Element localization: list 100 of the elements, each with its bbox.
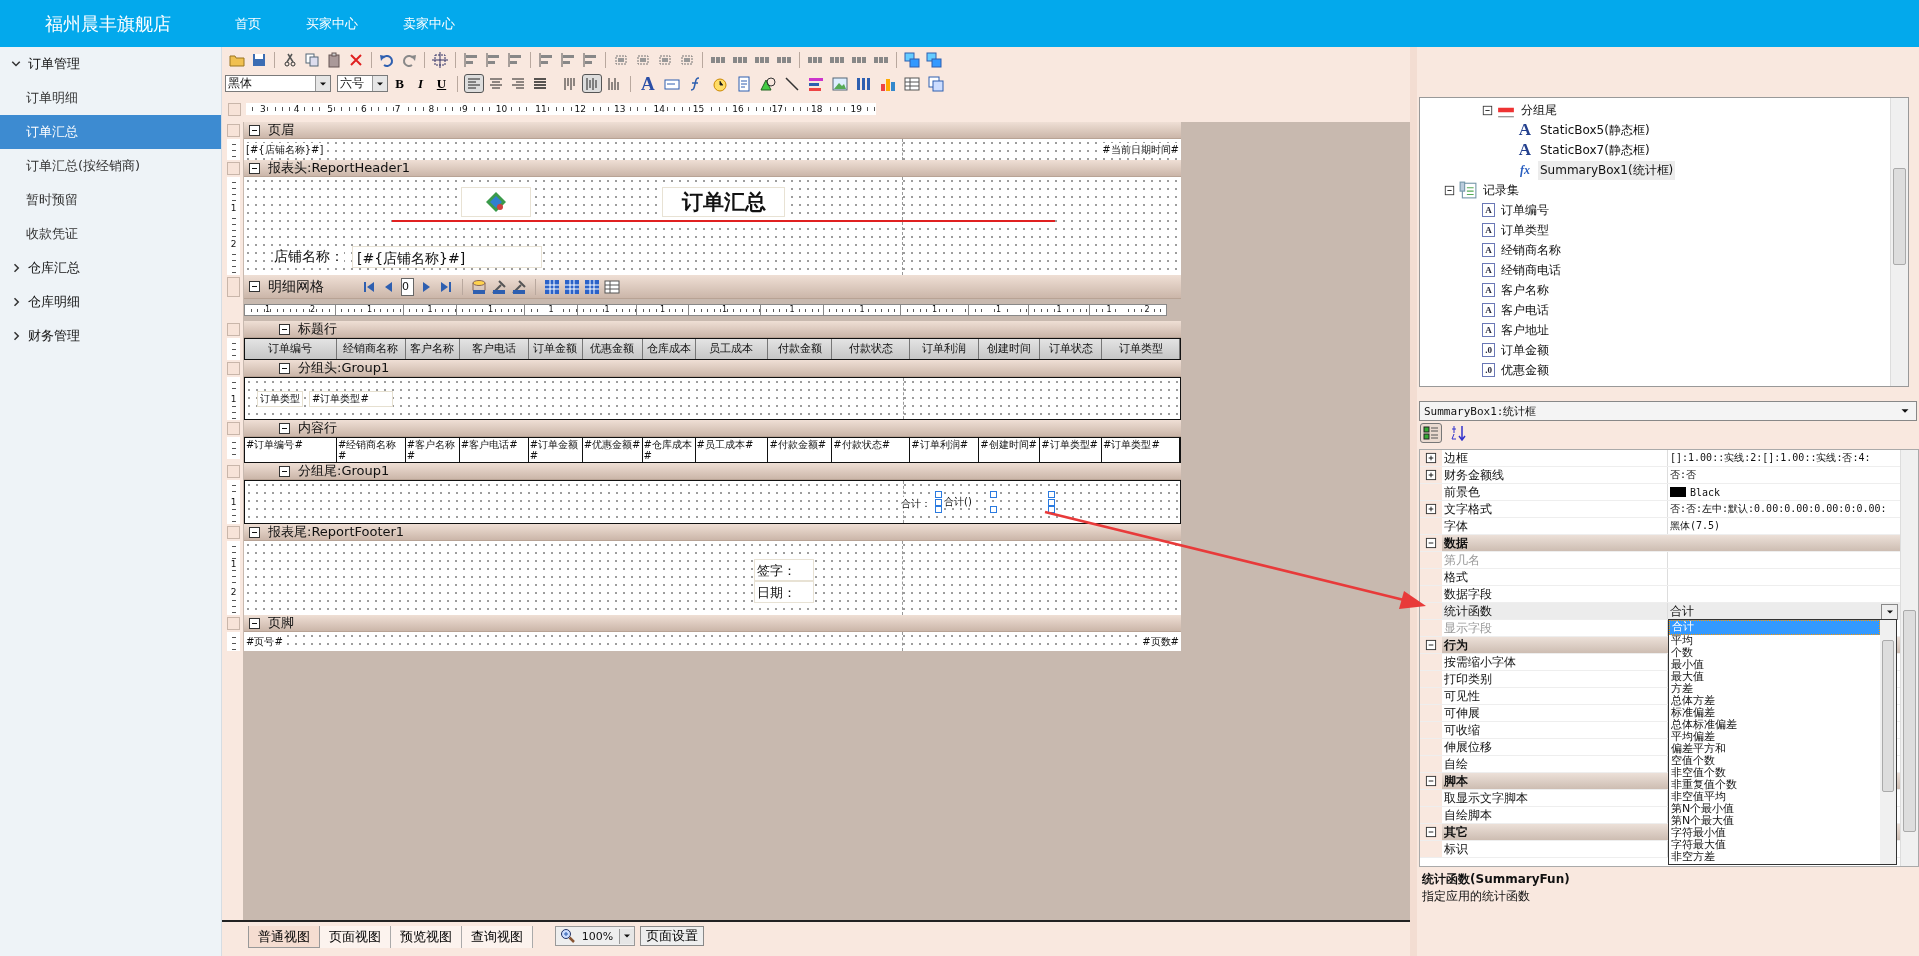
tree-item[interactable]: SummaryBox1(统计框) (1538, 160, 1676, 180)
tree-item[interactable]: StaticBox7(静态框) (1538, 140, 1652, 160)
frame-icon[interactable] (432, 52, 448, 68)
dropdown-option[interactable]: 第N个最小值 (1669, 803, 1880, 815)
tree-item[interactable]: 客户名称 (1499, 280, 1551, 300)
font-size-select[interactable]: 六号 (337, 75, 388, 92)
sidebar-item[interactable]: 暂时预留 (0, 183, 221, 217)
band-bar[interactable]: 内容行 (244, 420, 1181, 437)
property-name[interactable]: 自绘脚本 (1442, 807, 1668, 823)
placeholder-field[interactable]: #订单编号# (245, 438, 337, 462)
collapse-icon[interactable] (248, 616, 261, 630)
align-icon[interactable] (538, 52, 554, 68)
property-name[interactable]: 可伸展 (1442, 705, 1668, 721)
placeholder-field[interactable]: #页数# (1142, 635, 1179, 649)
dropdown-option[interactable]: 最大值 (1669, 671, 1880, 683)
grid-icon[interactable] (564, 278, 580, 295)
subreport-icon[interactable] (927, 75, 944, 92)
resize-icon[interactable] (613, 52, 629, 68)
band-bar[interactable]: 页眉 (244, 122, 1181, 139)
tree-item[interactable]: StaticBox5(静态框) (1538, 120, 1652, 140)
dropdown-option[interactable]: 非空值平均 (1669, 791, 1880, 803)
property-name[interactable]: 边框 (1442, 450, 1668, 466)
sidebar-group[interactable]: 订单管理 (0, 47, 221, 81)
scrollbar[interactable] (1900, 450, 1918, 866)
grid-icon[interactable] (544, 278, 560, 295)
page-setup-button[interactable]: 页面设置 (640, 926, 704, 946)
redo-icon[interactable] (401, 52, 417, 68)
page-field[interactable]: 0 (401, 277, 414, 296)
database-icon[interactable] (471, 278, 487, 295)
folder-icon[interactable] (229, 52, 245, 68)
categorized-icon[interactable] (1420, 423, 1442, 443)
bold-button[interactable]: B (390, 74, 409, 93)
tool-icon[interactable] (491, 278, 507, 295)
collapse-icon[interactable] (278, 322, 291, 336)
tree-item[interactable]: 客户地址 (1499, 320, 1551, 340)
placeholder-field[interactable]: #客户名称# (405, 438, 460, 462)
dropdown-option[interactable]: 平均 (1669, 635, 1880, 647)
collapse-icon[interactable] (278, 361, 291, 375)
band-bar[interactable]: 分组尾:Group1 (244, 463, 1181, 480)
line-icon[interactable] (783, 75, 800, 92)
collapse-icon[interactable] (248, 161, 261, 175)
scrollbar[interactable] (1890, 98, 1908, 386)
expand-icon[interactable] (1425, 503, 1437, 515)
align-icon[interactable] (507, 52, 523, 68)
band-bar[interactable]: 报表头:ReportHeader1 (244, 160, 1181, 177)
text-tool-icon[interactable]: A (641, 74, 655, 93)
tree-item[interactable]: 客户电话 (1499, 300, 1551, 320)
tree-item[interactable]: 订单类型 (1499, 220, 1551, 240)
property-name[interactable]: 标识 (1442, 841, 1668, 857)
collapse-icon[interactable] (248, 525, 261, 539)
view-tab[interactable]: 查询视图 (462, 926, 533, 948)
layers-icon[interactable] (904, 52, 920, 68)
dropdown-option[interactable]: 最小值 (1669, 659, 1880, 671)
property-name[interactable]: 可收缩 (1442, 722, 1668, 738)
scrollbar[interactable] (1880, 620, 1896, 864)
tree-item[interactable]: 经销商名称 (1499, 240, 1563, 260)
font-select[interactable]: 黑体 (225, 75, 331, 92)
placeholder-field[interactable]: #创建时间# (979, 438, 1041, 462)
image-icon[interactable] (831, 75, 848, 92)
tree-item[interactable]: 订单金额 (1499, 340, 1551, 360)
align-middle-icon[interactable] (582, 74, 602, 93)
scissors-icon[interactable] (282, 52, 298, 68)
expand-icon[interactable] (1425, 452, 1437, 464)
property-name[interactable]: 打印类别 (1442, 671, 1668, 687)
table-icon[interactable] (604, 278, 620, 295)
tree-item[interactable]: 订单编号 (1499, 200, 1551, 220)
collapse-icon[interactable] (278, 464, 291, 478)
clock-icon[interactable] (711, 75, 728, 92)
delete-icon[interactable] (348, 52, 364, 68)
object-select[interactable]: SummaryBox1:统计框 (1419, 401, 1917, 421)
expand-icon[interactable] (1425, 469, 1437, 481)
resize-icon[interactable] (679, 52, 695, 68)
dropdown-option[interactable]: 总体方差 (1669, 695, 1880, 707)
align-icon[interactable] (582, 52, 598, 68)
placeholder-field[interactable]: #当前日期时间# (1102, 143, 1179, 157)
collapse-icon[interactable] (248, 280, 261, 293)
sidebar-item[interactable]: 订单汇总(按经销商) (0, 149, 221, 183)
collapse-icon[interactable] (1425, 537, 1437, 549)
clipboard-icon[interactable] (326, 52, 342, 68)
resize-icon[interactable] (657, 52, 673, 68)
placeholder-field[interactable]: #订单类型# (1102, 438, 1180, 462)
sidebar-group[interactable]: 财务管理 (0, 319, 221, 353)
align-left-icon[interactable] (464, 74, 484, 93)
shapes-icon[interactable] (759, 75, 776, 92)
save-icon[interactable] (251, 52, 267, 68)
dropdown-option[interactable]: 偏差平方和 (1669, 743, 1880, 755)
placeholder-field[interactable]: #客户电话# (459, 438, 529, 462)
placeholder-field[interactable]: #付款金额# (768, 438, 833, 462)
sidebar-group[interactable]: 仓库汇总 (0, 251, 221, 285)
band-bar[interactable]: 报表尾:ReportFooter1 (244, 524, 1181, 541)
property-name[interactable]: 可见性 (1442, 688, 1668, 704)
placeholder-field[interactable]: #订单类型# (1040, 438, 1103, 462)
italic-button[interactable]: I (411, 74, 430, 93)
placeholder-field[interactable]: #页号# (246, 635, 283, 649)
placeholder-field[interactable]: #订单类型# (309, 391, 393, 407)
resize-icon[interactable] (635, 52, 651, 68)
property-name[interactable]: 字体 (1442, 518, 1668, 534)
property-name[interactable]: 取显示文字脚本 (1442, 790, 1668, 806)
property-name[interactable]: 统计函数 (1442, 603, 1668, 619)
copy-icon[interactable] (304, 52, 320, 68)
